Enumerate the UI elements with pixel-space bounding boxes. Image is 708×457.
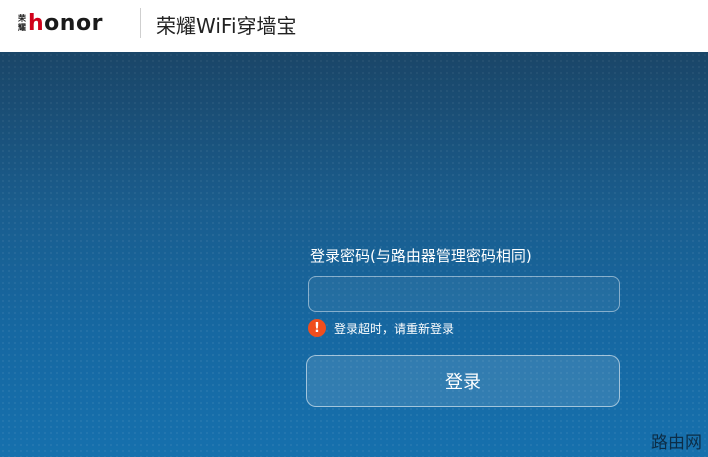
login-button[interactable]: 登录	[306, 355, 620, 407]
logo-wordmark-first: h	[28, 10, 45, 36]
header-divider	[140, 8, 141, 38]
app-title: 荣耀WiFi穿墙宝	[156, 14, 297, 38]
logo-wordmark: honor	[28, 11, 103, 36]
logo-cn-char-2: 耀	[18, 23, 26, 32]
password-input[interactable]	[308, 276, 620, 312]
header: 荣 耀 honor 荣耀WiFi穿墙宝	[0, 0, 708, 52]
page: 荣 耀 honor 荣耀WiFi穿墙宝 登录密码(与路由器管理密码相同) ! 登…	[0, 0, 708, 457]
error-message-row: ! 登录超时，请重新登录	[308, 318, 454, 338]
honor-logo: 荣 耀 honor	[18, 8, 103, 38]
password-label: 登录密码(与路由器管理密码相同)	[310, 247, 532, 265]
logo-cn-char-1: 荣	[18, 14, 26, 23]
login-panel: 登录密码(与路由器管理密码相同) ! 登录超时，请重新登录 登录 路由网	[0, 52, 708, 457]
error-message: 登录超时，请重新登录	[334, 321, 455, 336]
logo-wordmark-rest: onor	[44, 10, 103, 36]
logo-cn-mark: 荣 耀	[18, 14, 26, 32]
warning-icon: !	[308, 319, 326, 337]
watermark: 路由网	[651, 433, 702, 453]
